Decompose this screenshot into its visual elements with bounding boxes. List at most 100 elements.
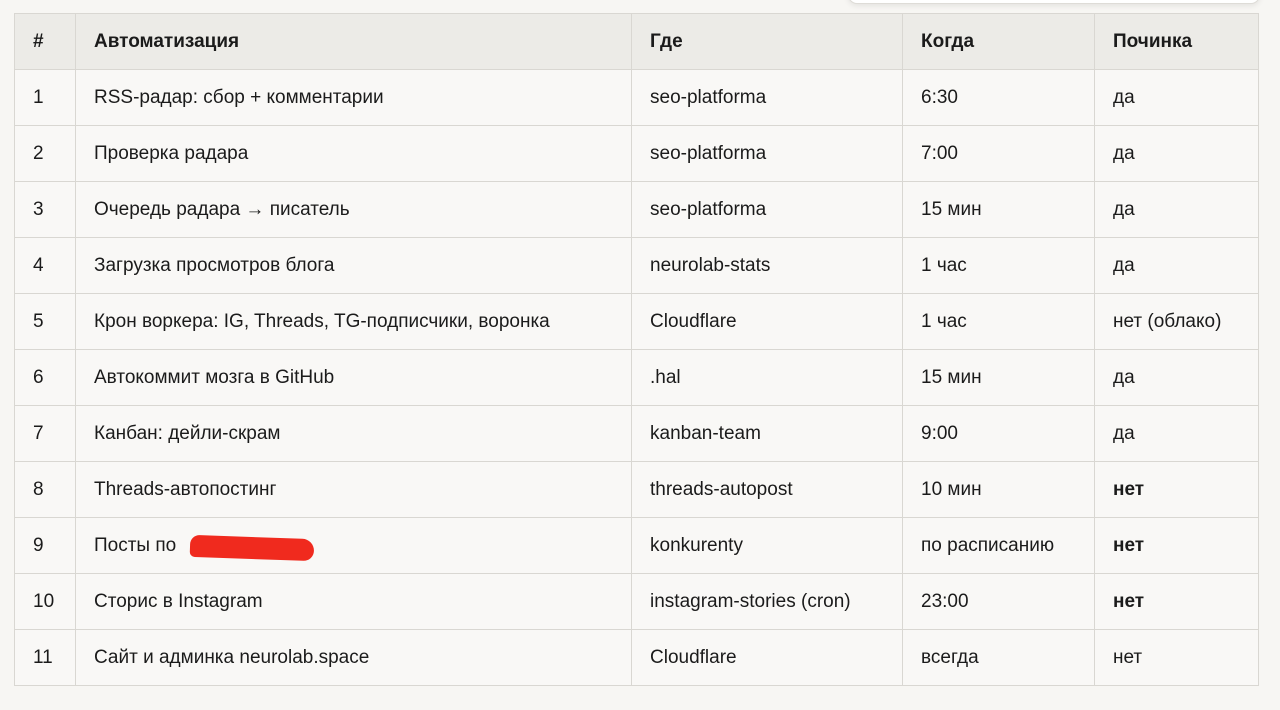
- cell-where: instagram-stories (cron): [631, 573, 903, 630]
- cell-where: threads-autopost: [631, 461, 903, 518]
- cell-automation: Загрузка просмотров блога: [75, 237, 632, 294]
- cell-where: Cloudflare: [631, 293, 903, 350]
- cell-fix-text: да: [1113, 254, 1135, 276]
- cell-fix: да: [1094, 181, 1259, 238]
- header-where: Где: [631, 13, 903, 70]
- cell-num-text: 5: [33, 310, 44, 332]
- cell-num-text: 9: [33, 534, 44, 556]
- header-when: Когда: [902, 13, 1095, 70]
- cell-num-text: 6: [33, 366, 44, 388]
- cell-when: 1 час: [902, 293, 1095, 350]
- table-row: 6 Автокоммит мозга в GitHub .hal 15 мин да: [14, 349, 1259, 406]
- cell-when-text: всегда: [921, 646, 979, 668]
- cell-when: по расписанию: [902, 517, 1095, 574]
- cell-num: 6: [14, 349, 76, 406]
- cell-num-text: 1: [33, 86, 44, 108]
- table-row: 10 Сторис в Instagram instagram-stories (c…: [14, 573, 1259, 630]
- cell-automation: Проверка радара: [75, 125, 632, 182]
- table-row: 2 Проверка радара seo-platforma 7:00 да: [14, 125, 1259, 182]
- table-row: 3 Очередь радара → писатель seo-platforma 1…: [14, 181, 1259, 238]
- cell-fix: нет: [1094, 517, 1259, 574]
- cell-automation-text: RSS-радар: сбор + комментарии: [94, 86, 384, 108]
- cell-when-text: по расписанию: [921, 534, 1055, 556]
- cell-automation: Сайт и админка neurolab.space: [75, 629, 632, 686]
- cell-fix-text: нет: [1113, 590, 1145, 612]
- cell-num: 2: [14, 125, 76, 182]
- cell-fix-text: да: [1113, 86, 1135, 108]
- cell-num-text: 10: [33, 590, 55, 612]
- cell-when-text: 7:00: [921, 142, 958, 164]
- cell-fix: да: [1094, 349, 1259, 406]
- cell-automation: Крон воркера: IG, Threads, TG-подписчики…: [75, 293, 632, 350]
- cell-fix: нет: [1094, 629, 1259, 686]
- cell-where-text: seo-platforma: [650, 142, 767, 164]
- cell-num-text: 4: [33, 254, 44, 276]
- table-row: 8 Threads-автопостинг threads-autopost 10 м…: [14, 461, 1259, 518]
- cell-where-text: seo-platforma: [650, 86, 767, 108]
- cell-fix-text: да: [1113, 142, 1135, 164]
- cell-fix-text: да: [1113, 366, 1135, 388]
- cell-num-text: 7: [33, 422, 44, 444]
- cell-when: 6:30: [902, 69, 1095, 126]
- cell-fix: да: [1094, 125, 1259, 182]
- table-row: 9 Посты по konkurenty по расписанию нет: [14, 517, 1259, 574]
- cell-when-text: 1 час: [921, 310, 967, 332]
- cell-num: 9: [14, 517, 76, 574]
- cell-where-text: konkurenty: [650, 534, 743, 556]
- cell-automation: RSS-радар: сбор + комментарии: [75, 69, 632, 126]
- cell-where: seo-platforma: [631, 181, 903, 238]
- cell-automation-text: Очередь радара → писатель: [94, 198, 350, 220]
- cell-fix-text: да: [1113, 198, 1135, 220]
- cell-num: 10: [14, 573, 76, 630]
- cell-automation-text: Threads-автопостинг: [94, 478, 277, 500]
- cell-automation: Автокоммит мозга в GitHub: [75, 349, 632, 406]
- cell-num: 3: [14, 181, 76, 238]
- header-num: #: [14, 13, 76, 70]
- cell-when: 9:00: [902, 405, 1095, 462]
- cell-automation: Посты по: [75, 517, 632, 574]
- cell-num-text: 3: [33, 198, 44, 220]
- redacted-name-wrap: Посты по: [94, 534, 315, 561]
- cell-automation-text: Сторис в Instagram: [94, 590, 263, 612]
- cell-automation-text: Канбан: дейли-скрам: [94, 422, 281, 444]
- cell-automation-text: Посты по: [94, 534, 177, 556]
- table-row: 1 RSS-радар: сбор + комментарии seo-platfo…: [14, 69, 1259, 126]
- cell-fix-text: нет (облако): [1113, 310, 1222, 332]
- cell-where: seo-platforma: [631, 125, 903, 182]
- cell-where-text: threads-autopost: [650, 478, 793, 500]
- cell-when-text: 10 мин: [921, 478, 982, 500]
- cell-where: seo-platforma: [631, 69, 903, 126]
- cell-automation-text: Автокоммит мозга в GitHub: [94, 366, 335, 388]
- cell-where-text: Cloudflare: [650, 310, 737, 332]
- cell-fix: да: [1094, 405, 1259, 462]
- cell-automation: Очередь радара → писатель: [75, 181, 632, 238]
- cell-when-text: 9:00: [921, 422, 958, 444]
- table-row: 11 Сайт и админка neurolab.space Cloudflar…: [14, 629, 1259, 686]
- cell-num: 4: [14, 237, 76, 294]
- cell-where: .hal: [631, 349, 903, 406]
- cell-automation: Threads-автопостинг: [75, 461, 632, 518]
- cell-where-text: instagram-stories (cron): [650, 590, 851, 612]
- cell-where-text: neurolab-stats: [650, 254, 771, 276]
- cell-fix-text: нет: [1113, 646, 1143, 668]
- table-row: 4 Загрузка просмотров блога neurolab-stats…: [14, 237, 1259, 294]
- cell-automation-text: Крон воркера: IG, Threads, TG-подписчики…: [94, 310, 550, 332]
- cell-automation: Сторис в Instagram: [75, 573, 632, 630]
- cell-where: Cloudflare: [631, 629, 903, 686]
- cell-when: 23:00: [902, 573, 1095, 630]
- cell-when: 15 мин: [902, 349, 1095, 406]
- popup-panel-edge: [848, 0, 1260, 4]
- cell-where: konkurenty: [631, 517, 903, 574]
- cell-when-text: 23:00: [921, 590, 969, 612]
- cell-when: всегда: [902, 629, 1095, 686]
- cell-fix: нет: [1094, 461, 1259, 518]
- cell-when-text: 15 мин: [921, 198, 982, 220]
- cell-fix: да: [1094, 69, 1259, 126]
- table-header-row: # Автоматизация Где Когда Починка: [14, 13, 1259, 70]
- cell-num: 7: [14, 405, 76, 462]
- cell-fix: нет (облако): [1094, 293, 1259, 350]
- cell-when-text: 6:30: [921, 86, 958, 108]
- cell-fix-text: нет: [1113, 478, 1145, 500]
- cell-where: neurolab-stats: [631, 237, 903, 294]
- cell-automation-text: Проверка радара: [94, 142, 249, 164]
